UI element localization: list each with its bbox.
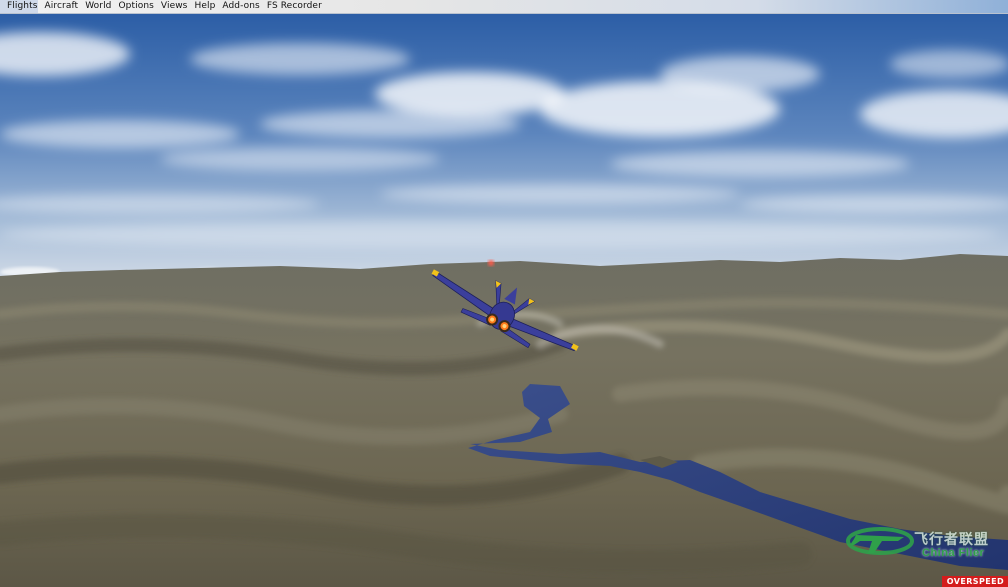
watermark-chinese-text: 飞行者联盟 xyxy=(914,532,989,548)
menu-world[interactable]: World xyxy=(78,0,111,13)
overspeed-warning: OVERSPEED xyxy=(941,576,1008,587)
watermark-english-text: China Flier xyxy=(922,547,985,559)
china-flier-watermark: 飞行者联盟 China Flier xyxy=(838,515,1006,571)
menu-aircraft[interactable]: Aircraft xyxy=(38,0,79,13)
menu-add-ons[interactable]: Add-ons xyxy=(215,0,259,13)
menu-fs-recorder[interactable]: FS Recorder xyxy=(260,0,322,13)
menu-options[interactable]: Options xyxy=(111,0,153,13)
beacon-light xyxy=(488,260,494,266)
airplane-logo-icon xyxy=(846,527,914,555)
menu-views[interactable]: Views xyxy=(154,0,188,13)
menu-flights[interactable]: Flights xyxy=(0,0,38,13)
menu-help[interactable]: Help xyxy=(187,0,215,13)
menu-bar: Flights Aircraft World Options Views Hel… xyxy=(0,0,1008,14)
flight-view[interactable] xyxy=(0,14,1008,587)
